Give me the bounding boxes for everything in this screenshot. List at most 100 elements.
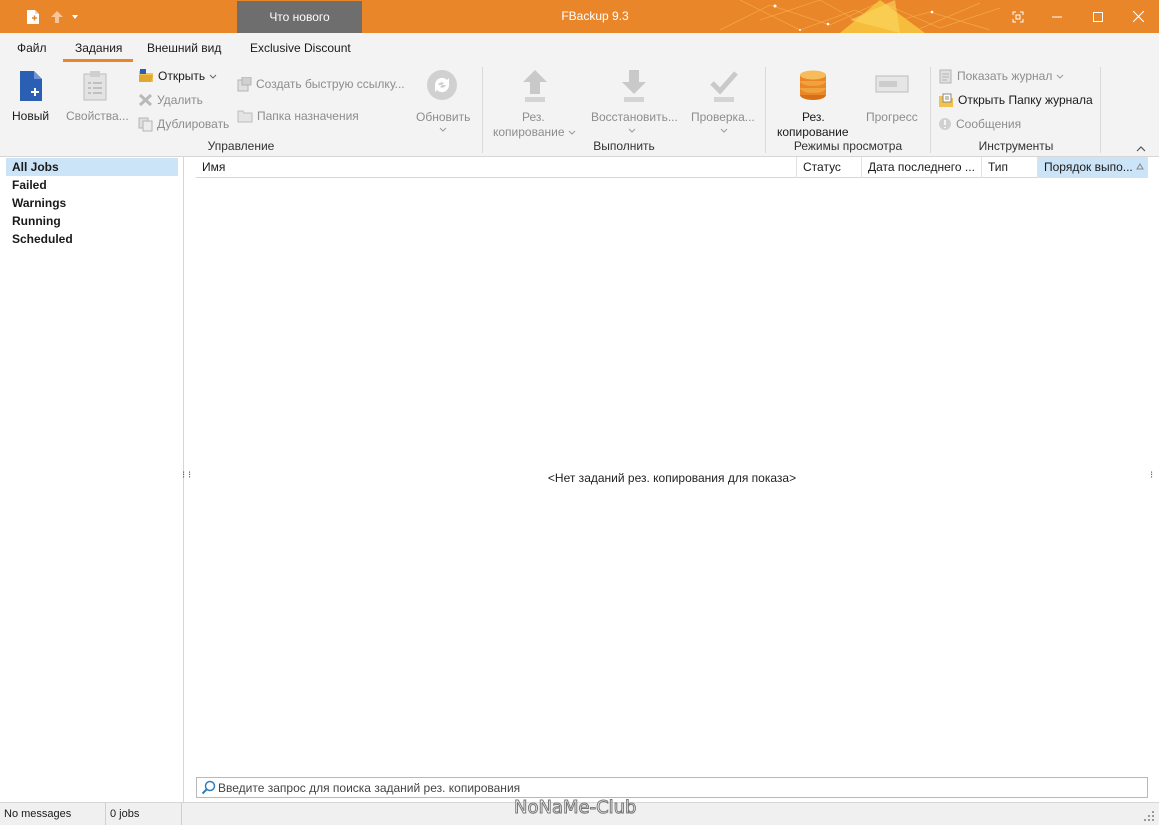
show-log-button[interactable]: Показать журнал [938, 66, 1064, 86]
title-bar: Что нового FBackup 9.3 [0, 0, 1159, 33]
status-jobs-count: 0 jobs [106, 803, 182, 825]
view-backup-label-2: копирование [777, 125, 849, 139]
column-type[interactable]: Тип [982, 157, 1038, 178]
new-job-button[interactable]: Новый [8, 68, 54, 128]
create-shortcut-button[interactable]: Создать быструю ссылку... [237, 74, 405, 94]
new-job-label: Новый [12, 109, 50, 123]
ribbon: Новый Свойства... Открыть Удалить Дублир… [0, 63, 1159, 157]
progress-bar-icon [875, 75, 909, 93]
log-icon [939, 69, 952, 83]
minimize-button[interactable] [1037, 0, 1077, 33]
view-backup-button[interactable]: Рез. копирование [774, 68, 854, 139]
chevron-down-icon [1057, 74, 1064, 79]
right-splitter-handle[interactable]: ⁝ [1150, 471, 1153, 481]
tab-view[interactable]: Внешний вид [147, 41, 221, 59]
tab-jobs[interactable]: Задания [75, 41, 122, 59]
download-arrow-icon [622, 70, 646, 102]
messages-button[interactable]: Сообщения [938, 114, 1021, 134]
properties-icon [83, 71, 107, 101]
collapse-ribbon-button[interactable] [1136, 141, 1150, 153]
close-button[interactable] [1118, 0, 1158, 33]
ribbon-tabs: Файл Задания Внешний вид Exclusive Disco… [0, 33, 1159, 63]
refresh-label: Обновить [416, 110, 471, 124]
open-button[interactable]: Открыть [138, 66, 217, 86]
column-status[interactable]: Статус [797, 157, 862, 178]
open-label: Открыть [158, 69, 206, 83]
new-quick-button[interactable] [22, 0, 44, 33]
minimize-icon [1052, 16, 1062, 17]
chevron-down-icon [628, 128, 636, 133]
folder-open-icon [139, 69, 153, 82]
grid-splitter-handle[interactable]: ⁝ [188, 471, 191, 481]
active-tab-indicator [63, 59, 133, 62]
refresh-icon [427, 70, 457, 100]
column-order[interactable]: Порядок выпо... [1038, 157, 1148, 178]
column-last-date[interactable]: Дата последнего ... [862, 157, 982, 178]
group-run-label: Выполнить [593, 139, 655, 153]
chevron-down-icon [439, 127, 447, 132]
destination-folder-button[interactable]: Папка назначения [237, 106, 359, 126]
focus-mode-button[interactable] [998, 0, 1038, 33]
group-manage-label: Управление [207, 139, 275, 153]
search-box [196, 777, 1148, 798]
search-icon [201, 780, 216, 795]
left-splitter-handle[interactable]: ⁝ [182, 471, 185, 481]
run-backup-button[interactable]: Рез. копирование [490, 68, 580, 139]
messages-label: Сообщения [956, 117, 1022, 131]
destination-folder-icon [237, 110, 253, 123]
upload-arrow-icon [523, 70, 547, 102]
view-backup-label-1: Рез. [802, 110, 825, 124]
chevron-down-icon [568, 130, 576, 135]
column-name[interactable]: Имя [196, 157, 797, 178]
filter-all-jobs[interactable]: All Jobs [6, 158, 178, 176]
chevron-down-icon [209, 74, 217, 79]
test-label: Проверка... [691, 110, 755, 124]
grid-header: Имя Статус Дата последнего ... Тип Поряд… [196, 157, 1148, 178]
properties-button[interactable]: Свойства... [64, 68, 129, 128]
close-icon [1132, 11, 1144, 22]
chevron-down-icon [720, 128, 728, 133]
run-backup-label-2: копирование [493, 125, 565, 139]
show-log-label: Показать журнал [957, 69, 1053, 83]
jobs-grid: Имя Статус Дата последнего ... Тип Поряд… [196, 157, 1148, 777]
status-messages: No messages [0, 803, 106, 825]
refresh-button[interactable]: Обновить [412, 68, 474, 134]
destination-folder-label: Папка назначения [257, 109, 359, 123]
tab-file[interactable]: Файл [17, 41, 47, 59]
properties-label: Свойства... [66, 109, 129, 123]
ribbon-separator [482, 67, 483, 153]
ribbon-separator [930, 67, 931, 153]
coins-stack-icon [800, 70, 826, 100]
quick-access-dropdown[interactable] [68, 0, 82, 33]
info-icon [939, 118, 951, 130]
duplicate-label: Дублировать [157, 117, 230, 131]
duplicate-button[interactable]: Дублировать [138, 114, 229, 134]
delete-button[interactable]: Удалить [138, 90, 203, 110]
duplicate-icon [138, 117, 153, 131]
filter-running[interactable]: Running [6, 212, 178, 230]
filter-warnings[interactable]: Warnings [6, 194, 178, 212]
filter-failed[interactable]: Failed [6, 176, 178, 194]
maximize-icon [1093, 11, 1103, 22]
ribbon-separator [1100, 67, 1101, 153]
progress-view-label: Прогресс [866, 110, 918, 124]
focus-icon [1012, 11, 1024, 22]
restore-label: Восстановить... [591, 110, 678, 124]
group-view-modes-label: Режимы просмотра [793, 139, 903, 153]
window-title: FBackup 9.3 [561, 9, 629, 23]
open-log-folder-button[interactable]: Открыть Папку журнала [938, 90, 1093, 110]
new-job-icon [20, 71, 42, 101]
maximize-button[interactable] [1078, 0, 1118, 33]
quick-access-up-button[interactable] [47, 0, 67, 33]
restore-button[interactable]: Восстановить... [588, 68, 680, 136]
caret-down-icon [72, 14, 78, 19]
job-filter-pane: All Jobs Failed Warnings Running Schedul… [0, 157, 184, 802]
progress-view-button[interactable]: Прогресс [862, 68, 924, 128]
search-input[interactable] [218, 780, 1118, 795]
whats-new-button[interactable]: Что нового [237, 1, 362, 33]
test-button[interactable]: Проверка... [688, 68, 760, 136]
filter-scheduled[interactable]: Scheduled [6, 230, 178, 248]
resize-grip-icon[interactable] [1144, 811, 1154, 821]
checkmark-icon [710, 71, 738, 102]
tab-exclusive-discount[interactable]: Exclusive Discount [250, 41, 351, 59]
